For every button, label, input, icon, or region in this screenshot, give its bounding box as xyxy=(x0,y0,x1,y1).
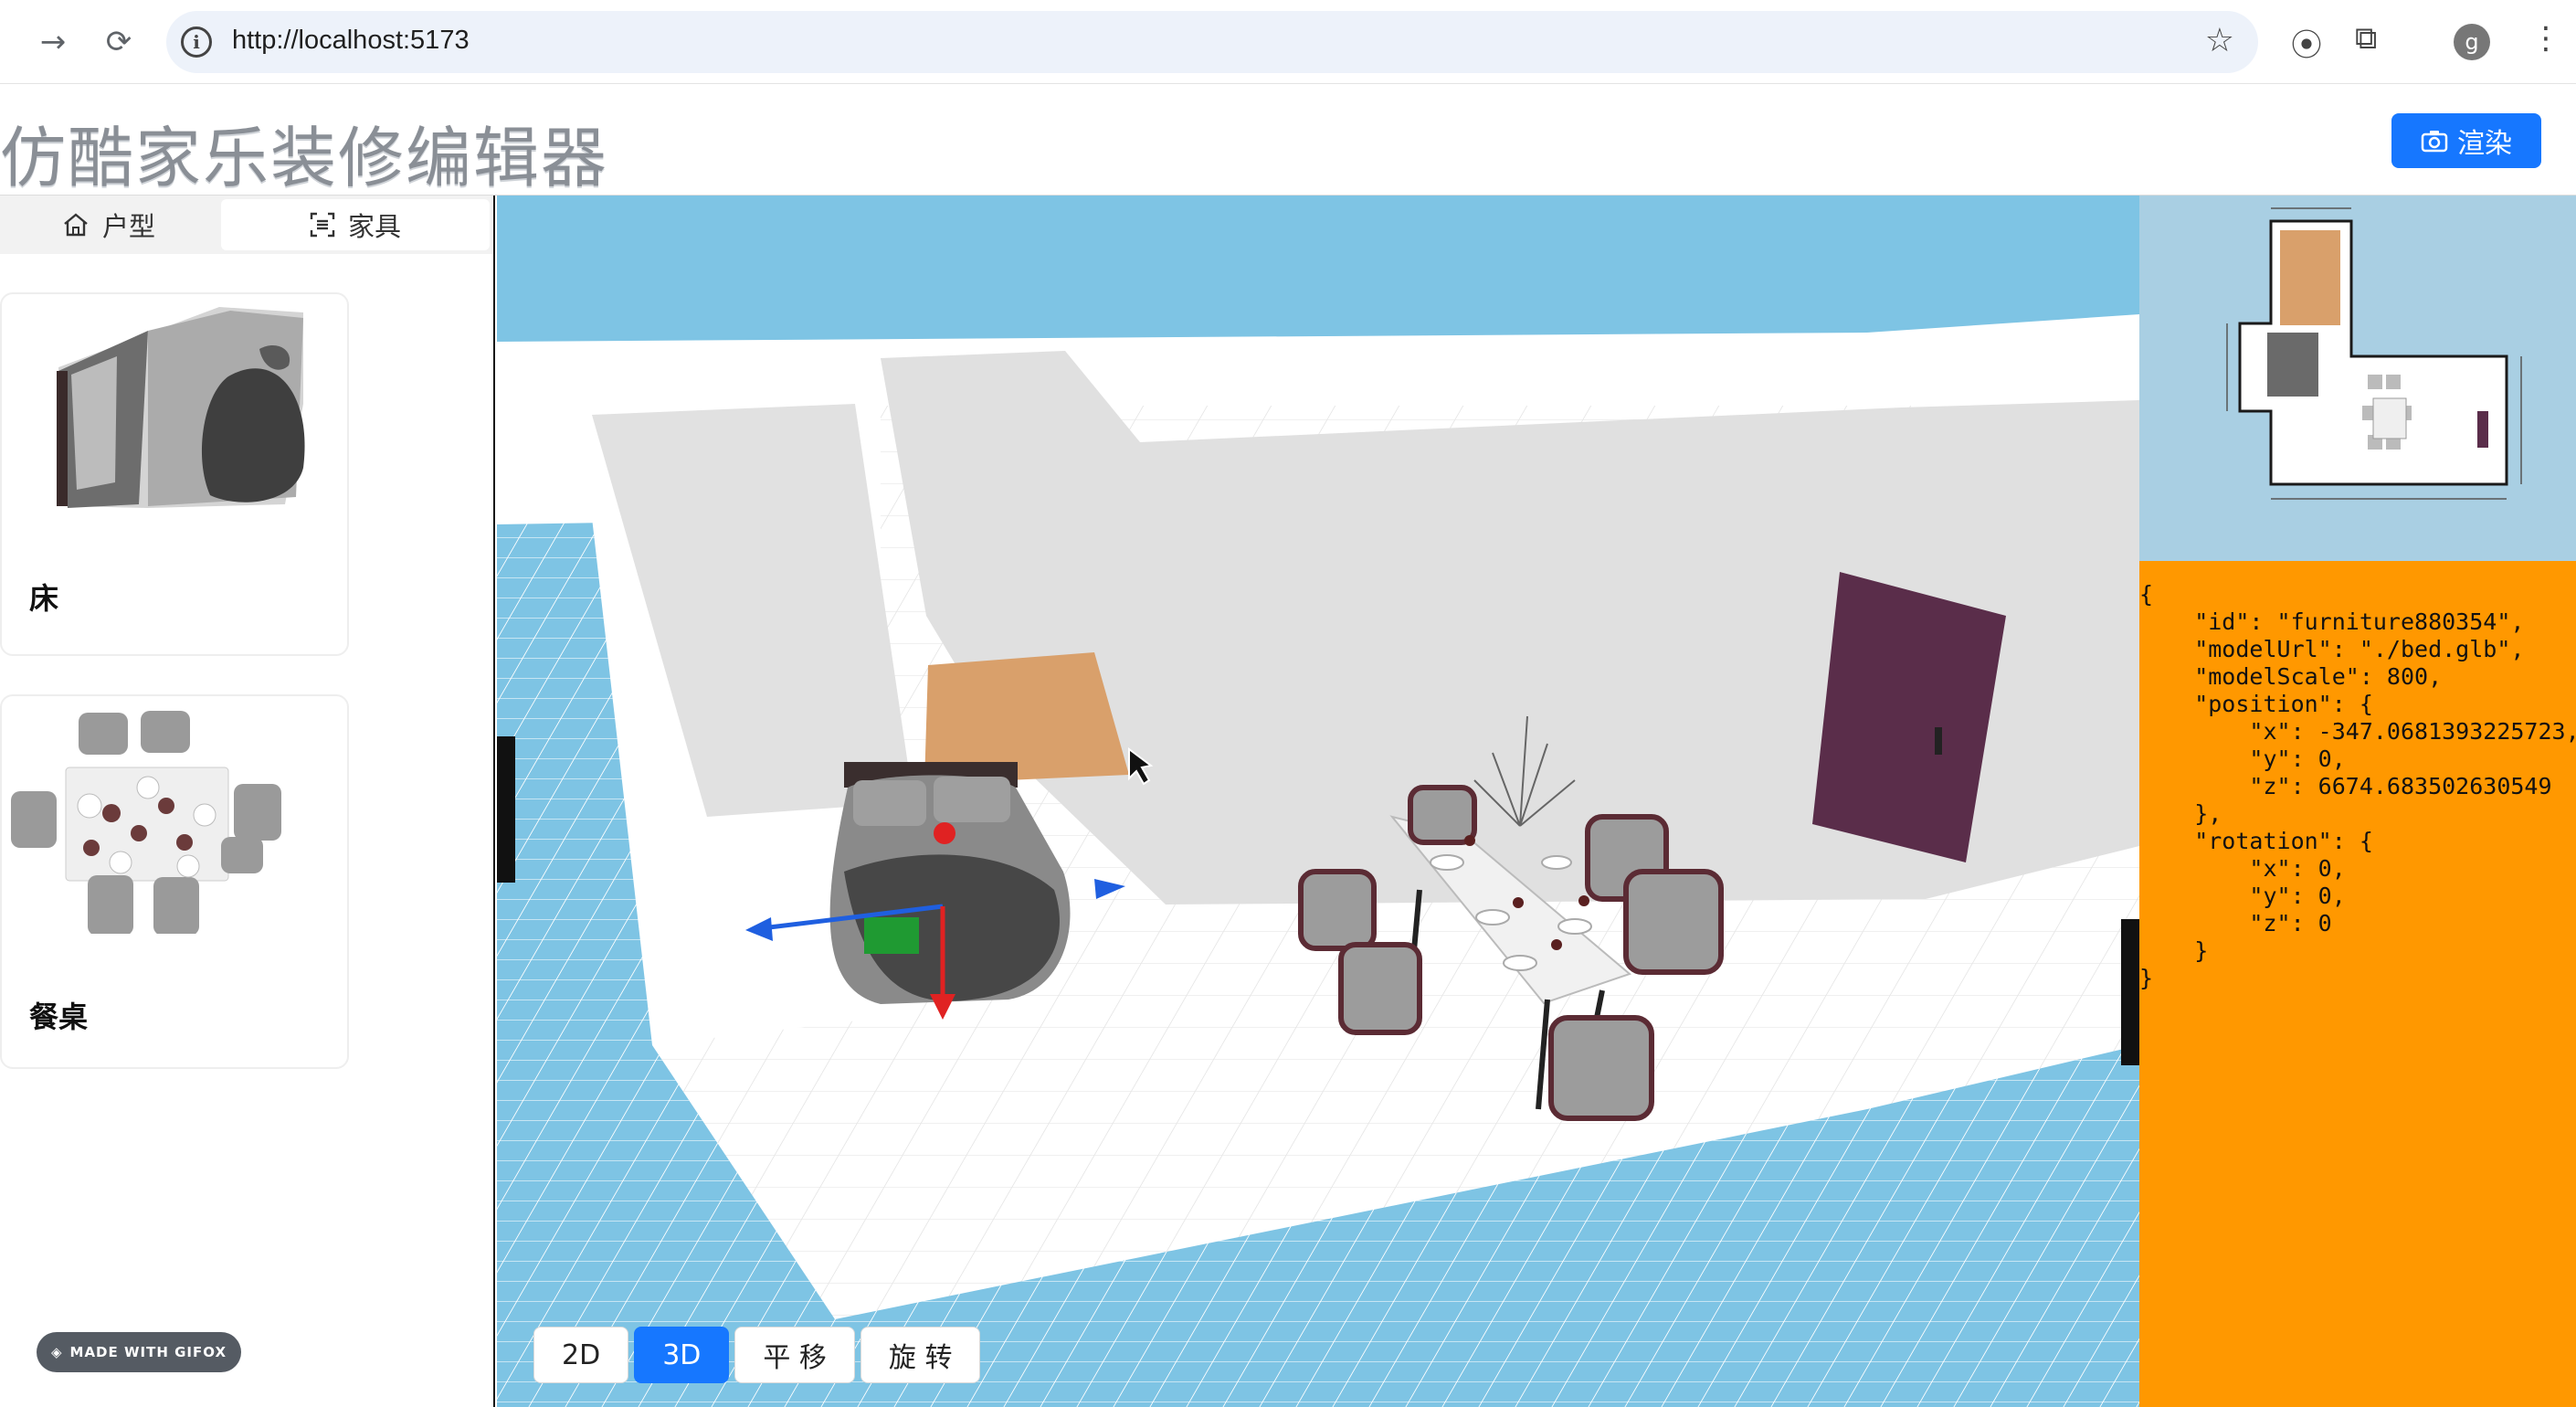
sidebar-tabs: 户型 家具 xyxy=(0,196,493,254)
3d-view-button[interactable]: 3D xyxy=(634,1327,730,1383)
render-button[interactable]: 渲染 xyxy=(2391,113,2541,168)
tab-floorplan[interactable]: 户型 xyxy=(0,199,217,250)
furniture-sidebar: 户型 家具 床 餐桌 ◈ MADE WITH GIFOX xyxy=(0,196,495,1407)
right-panel: { "id": "furniture880354", "modelUrl": "… xyxy=(2139,196,2576,1407)
view-mode-controls: 2D 3D 平 移 旋 转 xyxy=(533,1327,981,1383)
rotate-button[interactable]: 旋 转 xyxy=(860,1327,981,1383)
reload-icon[interactable]: ⟳ xyxy=(95,18,143,66)
viewport-resize-handle-left[interactable] xyxy=(497,736,515,883)
minimap-floorplan xyxy=(2226,207,2522,500)
3d-scene[interactable] xyxy=(497,196,2139,1407)
dining-table-thumbnail xyxy=(11,711,281,934)
furniture-card-dining-table[interactable]: 餐桌 xyxy=(0,694,349,1069)
furniture-card-bed[interactable]: 床 xyxy=(0,292,349,656)
fox-logo-icon: ◈ xyxy=(50,1344,63,1360)
bookmark-star-icon[interactable]: ☆ xyxy=(2205,22,2234,59)
object-json: { "id": "furniture880354", "modelUrl": "… xyxy=(2139,581,2576,991)
profile-avatar[interactable]: g xyxy=(2454,24,2490,60)
tab-furniture[interactable]: 家具 xyxy=(221,199,490,250)
url-text[interactable]: http://localhost:5173 xyxy=(232,26,470,56)
viewport-resize-handle-right[interactable] xyxy=(2121,919,2139,1065)
tab-floorplan-label: 户型 xyxy=(101,211,155,242)
object-properties-panel: { "id": "furniture880354", "modelUrl": "… xyxy=(2139,561,2576,1407)
gizmo-y-handle[interactable] xyxy=(934,822,955,844)
floorplan-minimap[interactable] xyxy=(2139,196,2576,561)
camera-icon xyxy=(2421,131,2448,153)
furniture-label-dining-table: 餐桌 xyxy=(29,1000,89,1034)
transform-center-handle[interactable] xyxy=(864,917,919,954)
home-icon xyxy=(64,213,88,237)
site-info-icon[interactable]: i xyxy=(181,26,212,58)
app-header: 仿酷家乐装修编辑器 渲染 xyxy=(0,84,2576,196)
tab-furniture-label: 家具 xyxy=(347,211,401,242)
puzzle-extensions-icon[interactable]: ⧉ xyxy=(2355,20,2377,57)
app-title: 仿酷家乐装修编辑器 xyxy=(0,120,609,196)
3d-viewport[interactable]: 2D 3D 平 移 旋 转 xyxy=(497,196,2139,1407)
gifox-watermark: ◈ MADE WITH GIFOX xyxy=(37,1332,241,1372)
address-bar[interactable]: i http://localhost:5173 ☆ xyxy=(166,11,2258,73)
browser-toolbar: → ⟳ i http://localhost:5173 ☆ ⦿ ⧉ g ⋮ xyxy=(0,0,2576,84)
render-label: 渲染 xyxy=(2457,128,2512,160)
gifox-watermark-text: MADE WITH GIFOX xyxy=(69,1344,227,1360)
furniture-icon xyxy=(310,212,335,238)
2d-view-button[interactable]: 2D xyxy=(533,1327,629,1383)
bed-thumbnail xyxy=(57,307,305,508)
extension-icon[interactable]: ⦿ xyxy=(2291,20,2322,65)
forward-icon[interactable]: → xyxy=(29,18,77,66)
pan-button[interactable]: 平 移 xyxy=(734,1327,855,1383)
browser-menu-icon[interactable]: ⋮ xyxy=(2530,20,2561,57)
furniture-label-bed: 床 xyxy=(29,581,59,616)
